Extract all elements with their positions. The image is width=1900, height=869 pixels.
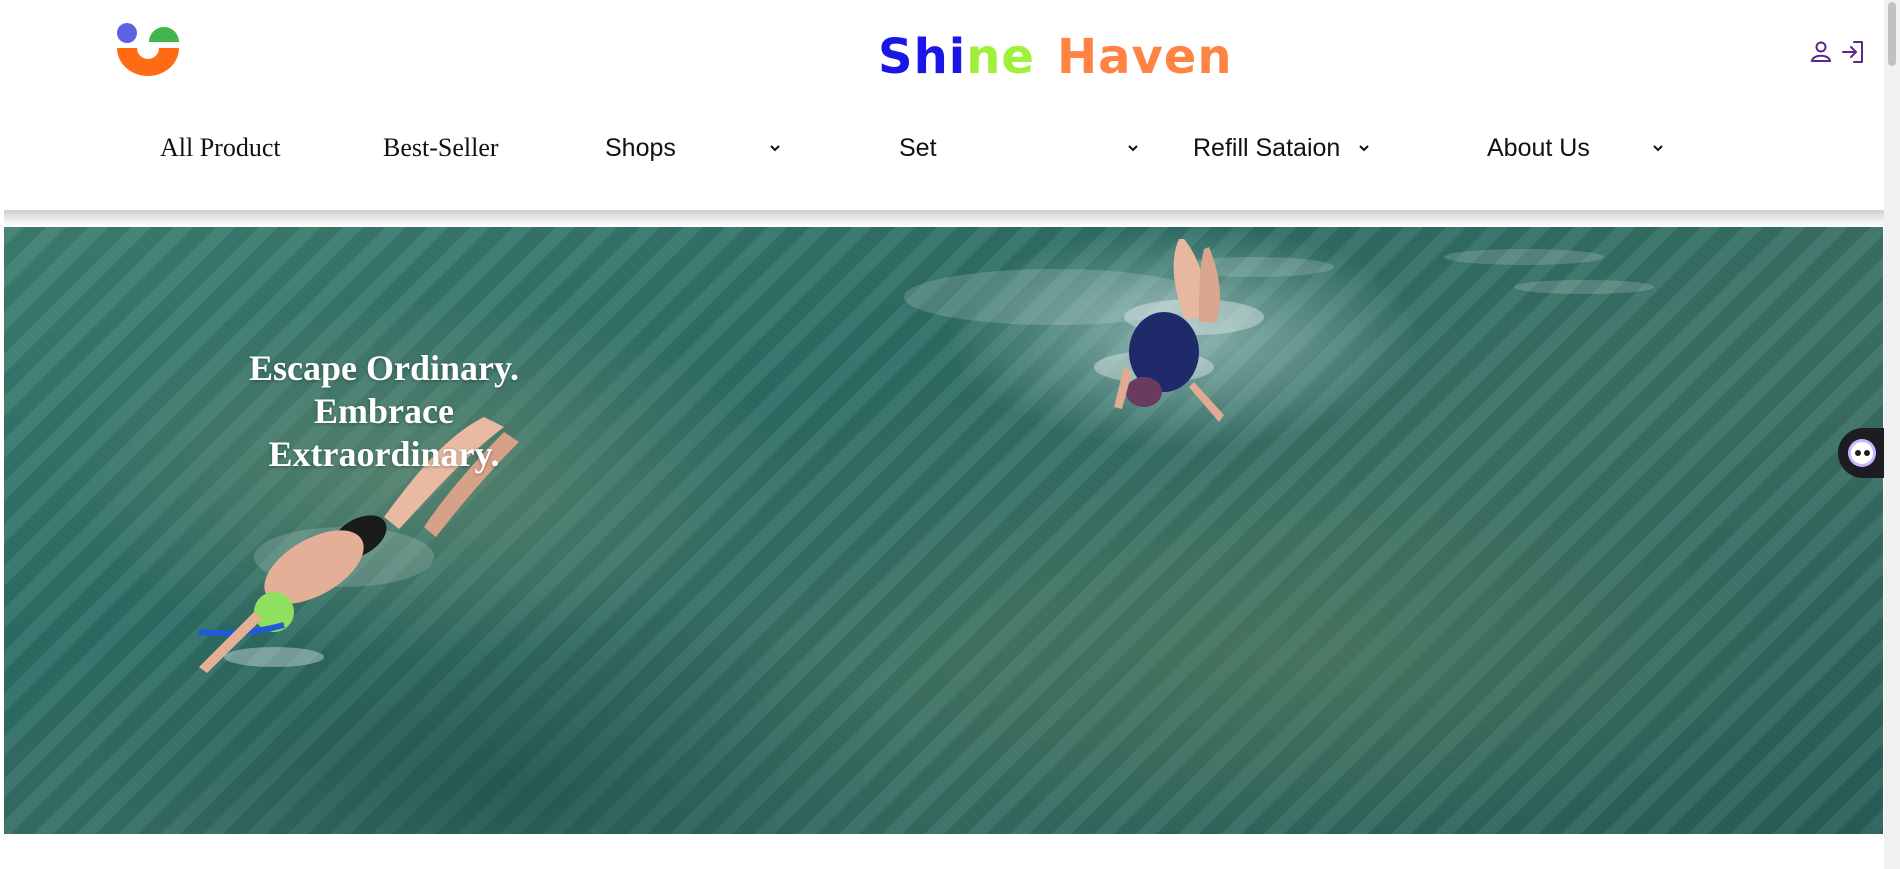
nav-item-best-seller[interactable]: Best-Seller	[383, 118, 499, 178]
nav-label: Refill Sataion	[1193, 133, 1341, 162]
hero-banner: Escape Ordinary. Embrace Extraordinary.	[4, 227, 1883, 834]
nav-label: Best-Seller	[383, 133, 499, 162]
chevron-down-icon	[1359, 145, 1369, 152]
main-nav: All Product Best-Seller Shops Set Refill…	[0, 118, 1884, 178]
chevron-down-icon	[770, 145, 780, 152]
nav-item-set[interactable]: Set	[899, 118, 1144, 178]
chat-widget-button[interactable]	[1838, 428, 1884, 478]
scrollbar-thumb[interactable]	[1888, 2, 1896, 66]
site-header: Shine Haven	[0, 0, 1884, 214]
chat-bot-icon	[1848, 439, 1876, 467]
tagline-line: Escape Ordinary.	[248, 348, 520, 388]
header-actions	[1808, 38, 1866, 66]
nav-item-all-product[interactable]: All Product	[160, 118, 281, 178]
tagline-line: Extraordinary.	[268, 434, 500, 474]
swimmers-photo	[198, 239, 1654, 673]
tagline-line: Embrace	[314, 391, 454, 431]
chevron-down-icon	[1128, 145, 1138, 152]
nav-item-refill-station[interactable]: Refill Sataion	[1193, 118, 1373, 178]
nav-item-shops[interactable]: Shops	[605, 118, 785, 178]
nav-shadow-divider	[4, 210, 1884, 226]
page-scrollbar[interactable]	[1884, 0, 1900, 869]
brand-part-3: Haven	[1056, 29, 1233, 85]
user-icon[interactable]	[1808, 39, 1834, 65]
nav-label: Set	[899, 133, 937, 162]
sign-in-icon[interactable]	[1840, 39, 1866, 65]
chevron-down-icon	[1653, 145, 1663, 152]
brand-part-1: Shi	[878, 29, 967, 85]
brand-title[interactable]: Shine Haven	[878, 22, 1233, 92]
smile-logo-icon[interactable]	[115, 22, 181, 76]
nav-label: About Us	[1487, 133, 1590, 162]
nav-label: All Product	[160, 133, 281, 162]
nav-item-about-us[interactable]: About Us	[1487, 118, 1667, 178]
nav-label: Shops	[605, 133, 676, 162]
brand-part-2: ne	[966, 29, 1035, 85]
hero-tagline: Escape Ordinary. Embrace Extraordinary.	[204, 347, 564, 476]
